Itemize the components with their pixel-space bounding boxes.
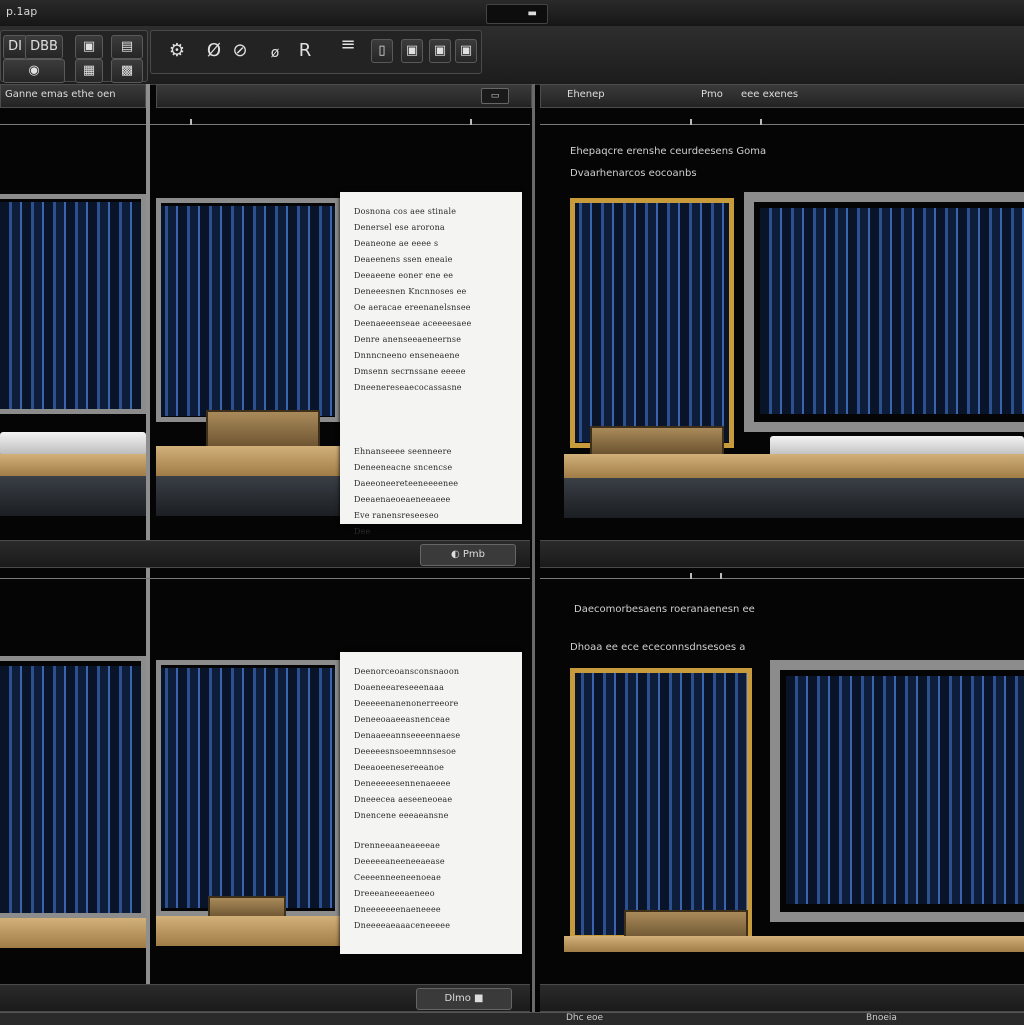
status-strip-left: ◐ Pmb xyxy=(0,540,530,568)
tool-icon-9[interactable]: ▣ xyxy=(429,39,451,63)
tool-icon-5[interactable]: R xyxy=(291,39,319,63)
footer-label-1: Dhc eoe xyxy=(566,1013,604,1023)
toolbar-button-6[interactable]: ▦ xyxy=(75,59,103,83)
tool-icon-7[interactable]: ▯ xyxy=(371,39,393,63)
toolbar-button-7[interactable]: ▩ xyxy=(111,59,143,83)
toolbar-button-3[interactable]: ▣ xyxy=(75,35,103,59)
slide-caption-bottom-1: Daecomorbesaens roeranaenesn ee xyxy=(574,604,755,615)
tool-icon-8[interactable]: ▣ xyxy=(401,39,423,63)
tool-icon-2[interactable]: Ø xyxy=(201,39,227,63)
toolbar-button-4[interactable]: ▤ xyxy=(111,35,143,59)
footer-bar: Dhc eoe Bnoeia xyxy=(0,1012,1024,1025)
panel-header-right: Ehenep Pmo eee exenes xyxy=(540,84,1024,108)
panel-header-left-label: Ganne emas ethe oen xyxy=(5,89,116,100)
status-strip-right xyxy=(540,540,1024,568)
toolbar-button-1[interactable]: DI xyxy=(3,35,27,59)
ruler-left-2 xyxy=(0,578,530,585)
toolbar-group-tools: ⚙ Ø ⊘ ø R ≡ ▯ ▣ ▣ ▣ xyxy=(150,30,482,74)
panel-header-left: Ganne emas ethe oen xyxy=(0,84,146,108)
tool-icon-1[interactable]: ⚙ xyxy=(163,39,191,63)
title-bar: p.1ap ▬ xyxy=(0,0,1024,27)
toolbar-button-2[interactable]: DBB xyxy=(25,35,63,59)
slide-text-page-2: Deenorceoansconsnaoon Doaeneeareseeenaaa D… xyxy=(340,652,522,954)
toolbar-group-file: DI DBB ▣ ▤ ◉ ▦ ▩ xyxy=(0,30,148,83)
splitter-right[interactable] xyxy=(532,84,535,1024)
footer-label-2: Bnoeia xyxy=(866,1013,897,1023)
slide-caption-top-1: Ehepaqcre erenshe ceurdeesens Goma xyxy=(570,146,767,157)
tool-icon-3[interactable]: ⊘ xyxy=(227,39,253,63)
slide-thumb-bottom-right[interactable] xyxy=(564,656,1024,956)
slide-thumb-bottom-left[interactable] xyxy=(0,654,146,954)
slide-thumb-top-right[interactable] xyxy=(564,192,1024,522)
window-title: p.1ap xyxy=(6,5,38,18)
panel-header-right-extra: eee exenes xyxy=(741,89,799,100)
tool-icon-6[interactable]: ≡ xyxy=(333,33,363,57)
panel-header-right-mid: Pmo xyxy=(701,89,723,100)
tool-icon-10[interactable]: ▣ xyxy=(455,39,477,63)
slide-thumb-top-left[interactable] xyxy=(0,192,146,522)
ruler-right-2 xyxy=(540,573,1024,585)
slide-text-page-1: Dosnona cos aee stinale Denersel ese aror… xyxy=(340,192,522,536)
slide-caption-top-2: Dvaarhenarcos eocoanbs xyxy=(570,168,697,179)
toolbar: DI DBB ▣ ▤ ◉ ▦ ▩ ⚙ Ø ⊘ ø R ≡ ▯ ▣ ▣ ▣ xyxy=(0,26,1024,85)
strip-pill-bottom[interactable]: Dlmo ■ xyxy=(416,988,512,1010)
status-strip-bottom-right xyxy=(540,984,1024,1012)
panel-header-right-label: Ehenep xyxy=(567,89,605,100)
toolbar-button-5[interactable]: ◉ xyxy=(3,59,65,83)
window-control-button[interactable]: ▬ xyxy=(486,4,548,24)
panel-menu-button[interactable]: ▭ xyxy=(481,88,509,104)
ruler-left xyxy=(0,119,530,131)
ruler-right xyxy=(540,119,1024,131)
status-strip-bottom-left: Dlmo ■ xyxy=(0,984,530,1012)
strip-pill-button[interactable]: ◐ Pmb xyxy=(420,544,516,566)
slide-caption-bottom-2: Dhoaa ee ece ececonnsdnsesoes a xyxy=(570,642,746,653)
tool-icon-4[interactable]: ø xyxy=(263,41,287,65)
panel-header-middle: ▭ xyxy=(156,84,532,108)
